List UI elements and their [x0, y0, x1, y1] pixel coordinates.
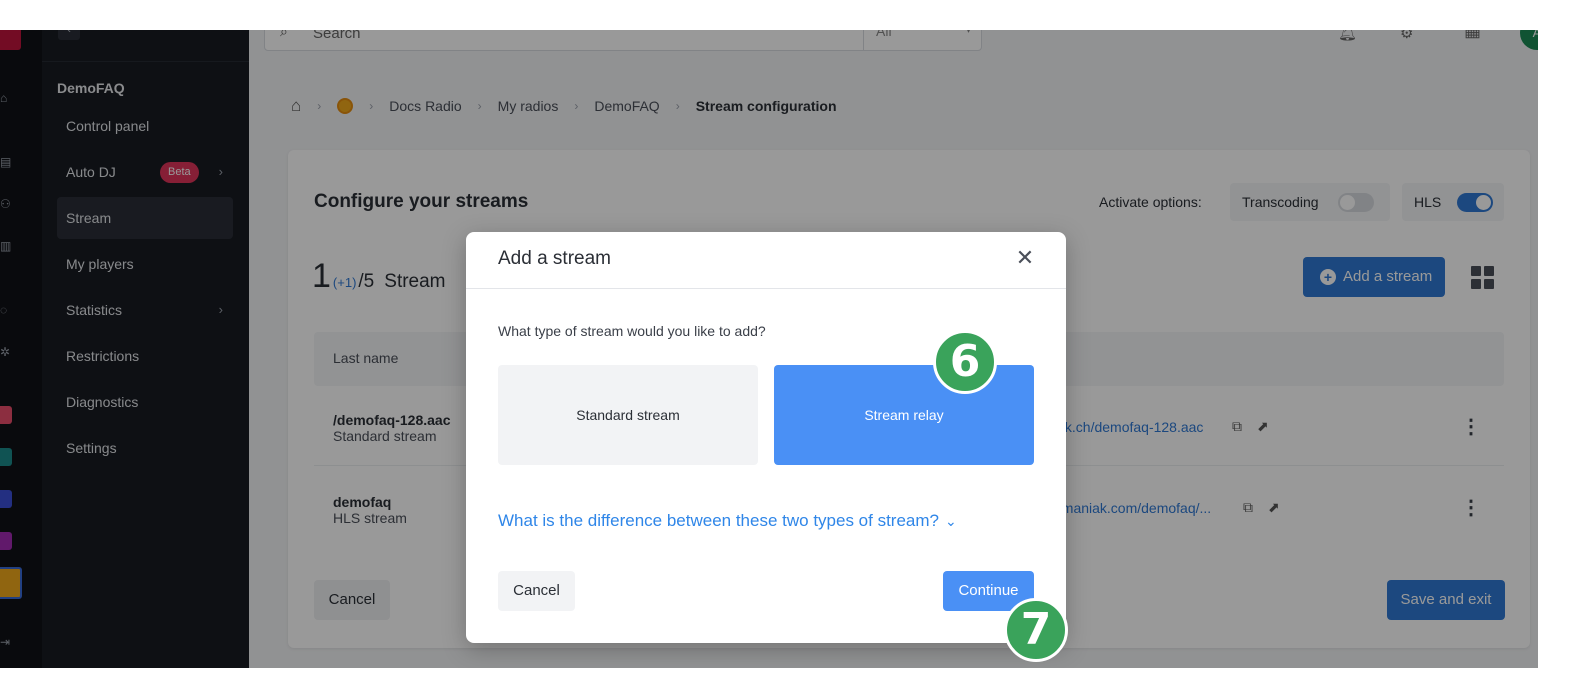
- divider: [466, 288, 1066, 289]
- step-callout-7: 7: [1004, 598, 1068, 662]
- chevron-down-icon: ⌄: [944, 513, 957, 529]
- app-frame: ⌂ ▤ ⚇ ▥ ◌ ✲ ⇥ ‹ DemoFAQ Control panel Au…: [0, 30, 1538, 668]
- close-icon[interactable]: ✕: [1014, 246, 1036, 270]
- stream-difference-link[interactable]: What is the difference between these two…: [498, 511, 957, 531]
- standard-stream-option[interactable]: Standard stream: [498, 365, 758, 465]
- dialog-cancel-button[interactable]: Cancel: [498, 571, 575, 611]
- dialog-question: What type of stream would you like to ad…: [498, 323, 766, 339]
- step-callout-6: 6: [933, 330, 997, 394]
- add-stream-dialog: Add a stream ✕ What type of stream would…: [466, 232, 1066, 643]
- stream-relay-option[interactable]: Stream relay: [774, 365, 1034, 465]
- dialog-title: Add a stream: [498, 248, 611, 269]
